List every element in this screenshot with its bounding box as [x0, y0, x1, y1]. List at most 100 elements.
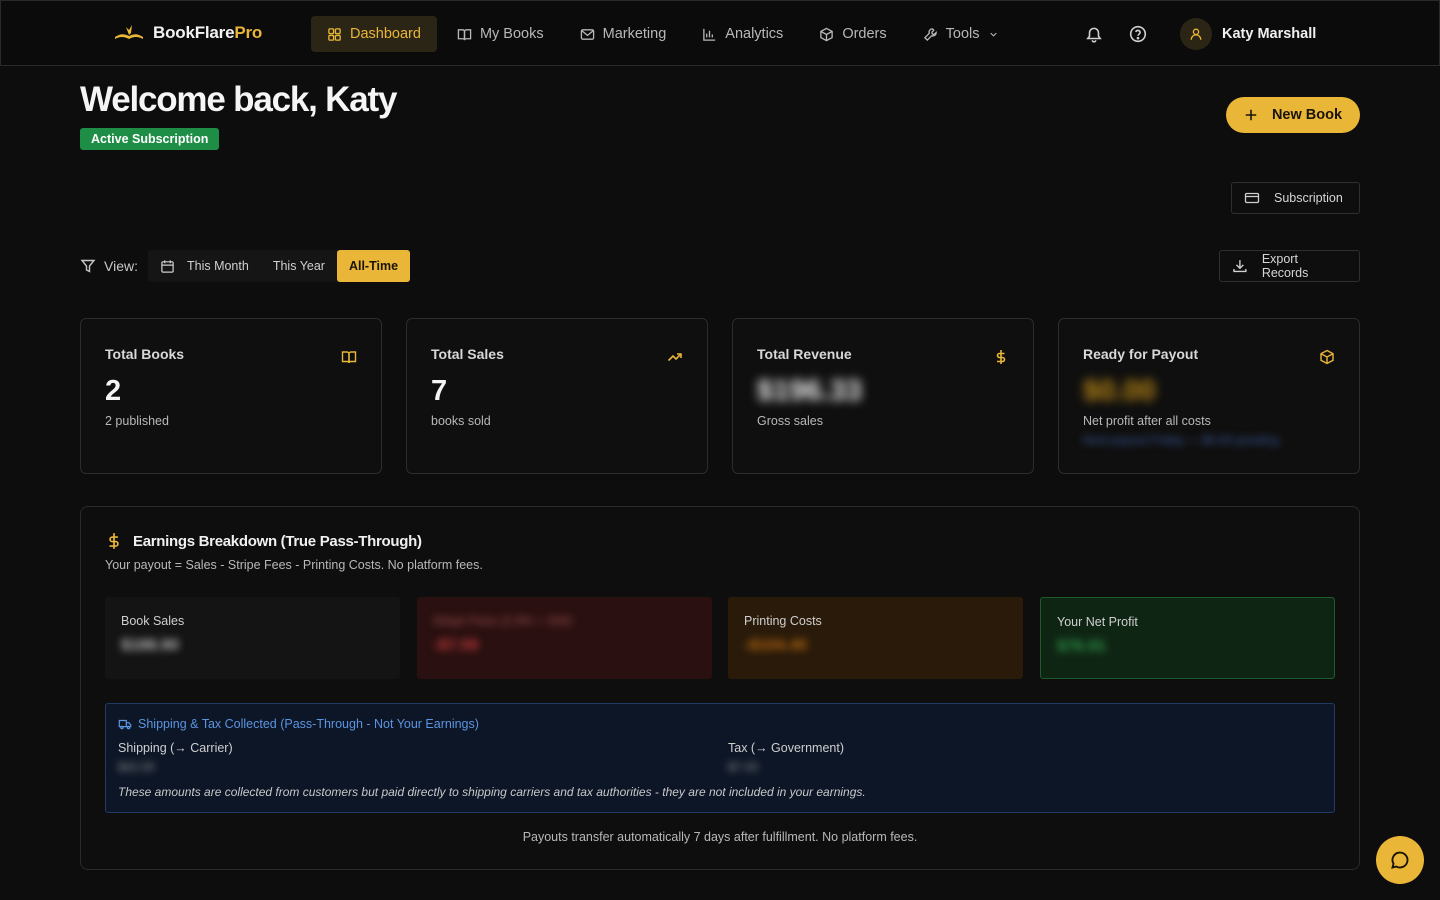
- export-records-button[interactable]: Export Records: [1219, 250, 1360, 282]
- download-icon: [1233, 260, 1247, 273]
- stat-subtext: books sold: [431, 414, 491, 428]
- stat-subtext: Net profit after all costs: [1083, 414, 1211, 428]
- shipping-value: $42.00: [118, 760, 155, 774]
- period-all-time[interactable]: All-Time: [336, 250, 411, 282]
- period-selector: This Month This Year All-Time: [147, 250, 411, 282]
- export-records-label: Export Records: [1261, 252, 1309, 280]
- period-this-year-label: This Year: [272, 259, 325, 273]
- book-flare-logo-icon: [115, 25, 143, 39]
- payout-schedule-text: Next payout Friday — $0.00 pending: [1083, 433, 1279, 447]
- earnings-box-label: Printing Costs: [744, 614, 822, 628]
- earnings-book-sales: Book Sales $188.90: [105, 597, 400, 679]
- stat-value: $0.00: [1083, 375, 1156, 407]
- plus-icon: [1245, 109, 1257, 121]
- period-this-month[interactable]: This Month: [148, 250, 261, 282]
- stat-card-ready-for-payout: Ready for Payout $0.00 Net profit after …: [1058, 318, 1360, 474]
- earnings-box-value: -$104.40: [744, 637, 808, 654]
- trending-up-icon: [667, 353, 682, 362]
- earnings-box-value: -$7.59: [433, 637, 479, 654]
- book-open-icon: [341, 351, 357, 364]
- dollar-icon: [996, 350, 1006, 364]
- dollar-icon: [109, 533, 119, 549]
- grid-icon: [328, 27, 341, 41]
- package-icon: [820, 27, 834, 41]
- nav-dashboard[interactable]: Dashboard: [311, 16, 437, 52]
- nav-tools-label: Tools: [945, 26, 980, 42]
- earnings-header: Earnings Breakdown (True Pass-Through): [105, 531, 422, 551]
- nav-marketing-label: Marketing: [602, 26, 667, 42]
- earnings-box-label: Your Net Profit: [1057, 615, 1138, 629]
- stat-title: Total Sales: [431, 346, 504, 362]
- period-all-time-label: All-Time: [348, 259, 399, 273]
- chevron-down-icon: [989, 32, 997, 37]
- brand-logo[interactable]: BookFlarePro: [113, 21, 262, 45]
- calendar-icon: [161, 259, 174, 273]
- page-title: Welcome back, Katy: [80, 80, 397, 119]
- nav-dashboard-label: Dashboard: [350, 26, 421, 42]
- shipping-tax-note: These amounts are collected from custome…: [118, 785, 866, 799]
- earnings-box-label: Stripe Fees (2.9% + 30¢): [433, 614, 573, 628]
- payout-note: Payouts transfer automatically 7 days af…: [522, 830, 918, 844]
- subscription-button[interactable]: Subscription: [1231, 182, 1360, 214]
- subscription-label: Subscription: [1274, 191, 1343, 205]
- tax-label: Tax (→ Government): [728, 741, 845, 755]
- stat-value: $196.33: [757, 375, 862, 407]
- stat-subtext: 2 published: [105, 414, 169, 428]
- earnings-stripe-fees: Stripe Fees (2.9% + 30¢) -$7.59: [417, 597, 712, 679]
- nav-orders[interactable]: Orders: [803, 16, 902, 52]
- nav-my-books[interactable]: My Books: [441, 16, 560, 52]
- brand-name: BookFlarePro: [153, 23, 263, 42]
- chat-bubble-icon: [1391, 851, 1409, 869]
- main-nav: Dashboard My Books Marketing Analytics O…: [311, 16, 1019, 52]
- stat-subtext: Gross sales: [757, 414, 823, 428]
- bell-icon[interactable]: [1085, 25, 1103, 43]
- stat-value: 2: [105, 375, 122, 407]
- nav-tools[interactable]: Tools: [907, 16, 1015, 52]
- shipping-label: Shipping (→ Carrier): [118, 741, 233, 755]
- wrench-icon: [923, 27, 937, 41]
- new-book-label: New Book: [1271, 107, 1343, 123]
- mail-icon: [580, 28, 594, 40]
- book-open-icon: [457, 28, 472, 40]
- package-icon: [1320, 349, 1334, 365]
- stat-card-total-books: Total Books 2 2 published: [80, 318, 382, 474]
- nav-analytics[interactable]: Analytics: [686, 16, 799, 52]
- period-this-year[interactable]: This Year: [261, 250, 337, 282]
- chat-support-button[interactable]: [1376, 836, 1424, 884]
- nav-marketing[interactable]: Marketing: [564, 16, 683, 52]
- earnings-printing-costs: Printing Costs -$104.40: [728, 597, 1023, 679]
- earnings-title: Earnings Breakdown (True Pass-Through): [133, 532, 422, 550]
- stat-title: Total Books: [105, 346, 185, 362]
- view-filter: View: This Month This Year All-Time: [80, 250, 411, 282]
- filter-label: View:: [104, 258, 138, 274]
- earnings-box-value: $76.91: [1057, 638, 1106, 655]
- user-icon: [1190, 28, 1202, 40]
- truck-icon: [118, 719, 132, 730]
- period-this-month-label: This Month: [186, 259, 249, 273]
- earnings-box-value: $188.90: [121, 637, 179, 654]
- earnings-box-label: Book Sales: [121, 614, 185, 628]
- credit-card-icon: [1244, 192, 1260, 204]
- stat-title: Total Revenue: [757, 346, 852, 362]
- avatar: [1180, 18, 1212, 50]
- shipping-tax-info-box: Shipping & Tax Collected (Pass-Through -…: [105, 703, 1335, 813]
- earnings-breakdown-panel: Earnings Breakdown (True Pass-Through) Y…: [80, 506, 1360, 870]
- earnings-net-profit: Your Net Profit $76.91: [1040, 597, 1335, 679]
- nav-analytics-label: Analytics: [725, 26, 784, 42]
- nav-orders-label: Orders: [842, 26, 887, 42]
- stat-title: Ready for Payout: [1083, 346, 1199, 362]
- filter-icon: [80, 259, 96, 273]
- shipping-tax-title-text: Shipping & Tax Collected (Pass-Through -…: [138, 717, 479, 731]
- user-menu[interactable]: Katy Marshall: [1180, 18, 1316, 50]
- stat-card-total-revenue: Total Revenue $196.33 Gross sales: [732, 318, 1034, 474]
- stat-value: 7: [431, 375, 448, 407]
- nav-my-books-label: My Books: [479, 26, 544, 42]
- stat-card-total-sales: Total Sales 7 books sold: [406, 318, 708, 474]
- tax-value: $7.43: [728, 760, 759, 774]
- help-icon[interactable]: [1129, 25, 1147, 43]
- earnings-subtitle: Your payout = Sales - Stripe Fees - Prin…: [105, 558, 483, 572]
- new-book-button[interactable]: New Book: [1226, 97, 1360, 133]
- user-name: Katy Marshall: [1222, 26, 1317, 42]
- bar-chart-icon: [703, 28, 716, 41]
- subscription-status-badge: Active Subscription: [80, 128, 220, 150]
